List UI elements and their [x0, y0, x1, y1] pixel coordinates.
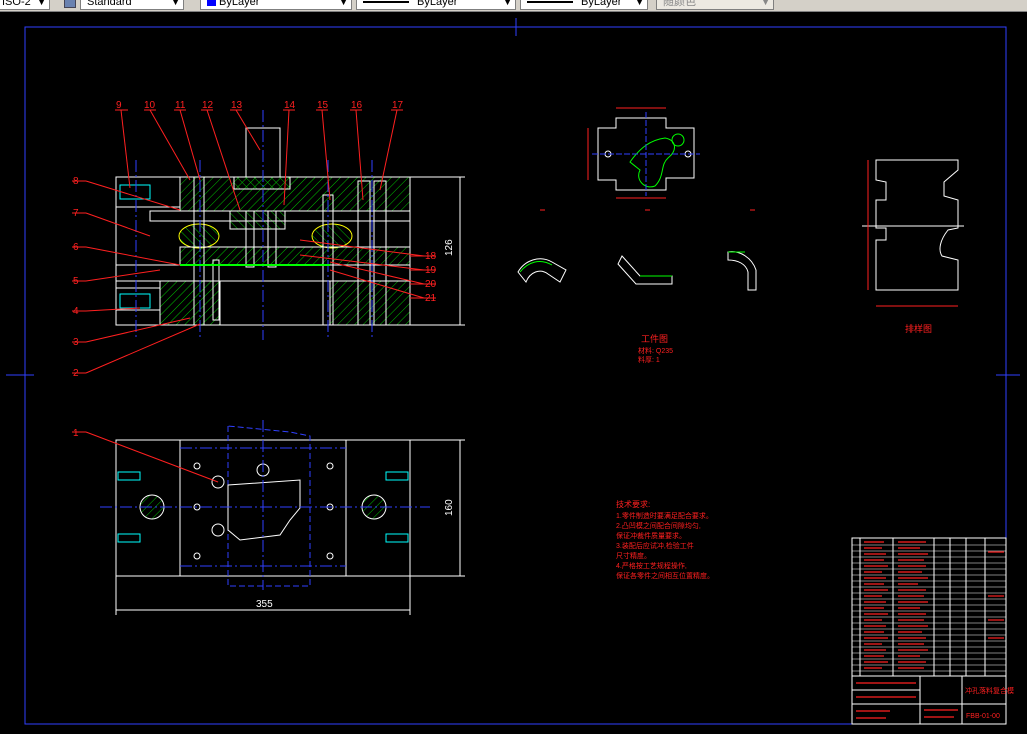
drawing-canvas[interactable]: 126 9 10 11 12 13 14 15 16 17 8 7 6 5 4 …: [0, 12, 1027, 729]
callout-18: 18: [425, 251, 437, 262]
strip-layout-title: 排样图: [905, 323, 932, 334]
drawing-svg: 126 9 10 11 12 13 14 15 16 17 8 7 6 5 4 …: [6, 18, 1020, 725]
tech-note-7: 保证各零件之间相互位置精度。: [616, 571, 714, 580]
properties-toolbar: ISO-2 ▼ Standard ▼ ByLayer ▼ ByLayer ▼ B…: [0, 0, 1027, 12]
tech-note-3: 保证冲裁件质量要求。: [616, 531, 686, 540]
drawing-border: [24, 26, 1007, 725]
callout-5: 5: [73, 276, 79, 287]
drawing-number: FBB-01-00: [966, 713, 1000, 720]
callout-10: 10: [144, 100, 156, 111]
lineweight-dropdown[interactable]: ByLayer ▼: [520, 0, 648, 10]
callout-8: 8: [73, 176, 79, 187]
dim-text-355: 355: [256, 599, 273, 610]
linetype-value: ByLayer: [417, 0, 458, 8]
callout-labels-left: 8 7 6 5 4 3 2: [73, 176, 79, 379]
tech-note-2: 2.凸凹模之间配合间隙均匀,: [616, 521, 701, 530]
title-block-name: 冲孔落料复合模: [965, 686, 1014, 695]
callout-21: 21: [425, 293, 437, 304]
color-dropdown[interactable]: ByLayer ▼: [200, 0, 352, 10]
callout-3: 3: [73, 337, 79, 348]
dimension-126: 126: [410, 176, 465, 326]
workpiece-thickness: 料厚: 1: [638, 355, 660, 364]
table-style-dropdown[interactable]: Standard ▼: [80, 0, 184, 10]
callout-20: 20: [425, 279, 437, 290]
chevron-down-icon: ▼: [37, 0, 46, 7]
dimension-style-value: ISO-2: [2, 0, 31, 8]
color-value: ByLayer: [219, 0, 260, 8]
workpiece-title: 工件图: [641, 333, 668, 344]
callout-17: 17: [392, 100, 404, 111]
linetype-dropdown[interactable]: ByLayer ▼: [356, 0, 516, 10]
callout-9: 9: [116, 100, 122, 111]
callout-1: 1: [73, 428, 79, 439]
chevron-down-icon: ▼: [503, 0, 512, 7]
dimension-160: 160: [410, 439, 465, 577]
chevron-down-icon: ▼: [339, 0, 348, 7]
tech-note-6: 4.严格按工艺规程操作,: [616, 561, 687, 570]
table-style-value: Standard: [87, 0, 132, 8]
chevron-down-icon: ▼: [635, 0, 644, 7]
callout-16: 16: [351, 100, 363, 111]
callout-14: 14: [284, 100, 296, 111]
callout-6: 6: [73, 242, 79, 253]
plot-style-dropdown[interactable]: 随颜色 ▼: [656, 0, 774, 10]
dim-text-126: 126: [444, 239, 455, 256]
lineweight-value: ByLayer: [581, 0, 622, 8]
tech-title: 技术要求:: [616, 499, 650, 509]
chevron-down-icon: ▼: [761, 0, 770, 7]
tech-note-1: 1.零件制造时要满足配合要求。: [616, 511, 713, 520]
parts-list: [851, 537, 1007, 677]
table-style-icon[interactable]: [64, 0, 76, 8]
callout-11: 11: [175, 100, 186, 111]
strip-layout-view: 排样图: [862, 159, 964, 334]
callout-labels-right: 18 19 20 21: [425, 251, 437, 304]
callout-labels-top: 9 10 11 12 13 14 15 16 17: [116, 100, 404, 111]
color-swatch-icon: [207, 0, 216, 7]
tech-note-4: 3.装配后应试冲,检验工件: [616, 541, 694, 550]
dimension-style-dropdown[interactable]: ISO-2 ▼: [0, 0, 50, 10]
technical-requirements: 技术要求: 1.零件制造时要满足配合要求。 2.凸凹模之间配合间隙均匀, 保证冲…: [616, 499, 714, 580]
callout-13: 13: [231, 100, 243, 111]
callout-19: 19: [425, 265, 437, 276]
linetype-preview-icon: [363, 1, 409, 4]
callout-7: 7: [73, 208, 79, 219]
callout-plan-1: 1: [72, 428, 219, 483]
callout-15: 15: [317, 100, 329, 111]
section-view: [115, 110, 411, 340]
workpiece-view: 工件图 材料: Q235 料厚: 1: [517, 107, 757, 364]
callout-12: 12: [202, 100, 214, 111]
lineweight-preview-icon: [527, 1, 573, 4]
plot-style-value: 随颜色: [663, 0, 696, 8]
plan-view: [100, 420, 430, 590]
title-block: 冲孔落料复合模 FBB-01-00: [851, 675, 1014, 725]
chevron-down-icon: ▼: [171, 0, 180, 7]
callout-2: 2: [73, 368, 79, 379]
tech-note-5: 尺寸精度。: [616, 551, 651, 560]
workpiece-material: 材料: Q235: [638, 346, 673, 355]
dim-text-160: 160: [444, 499, 455, 516]
callout-4: 4: [73, 306, 79, 317]
